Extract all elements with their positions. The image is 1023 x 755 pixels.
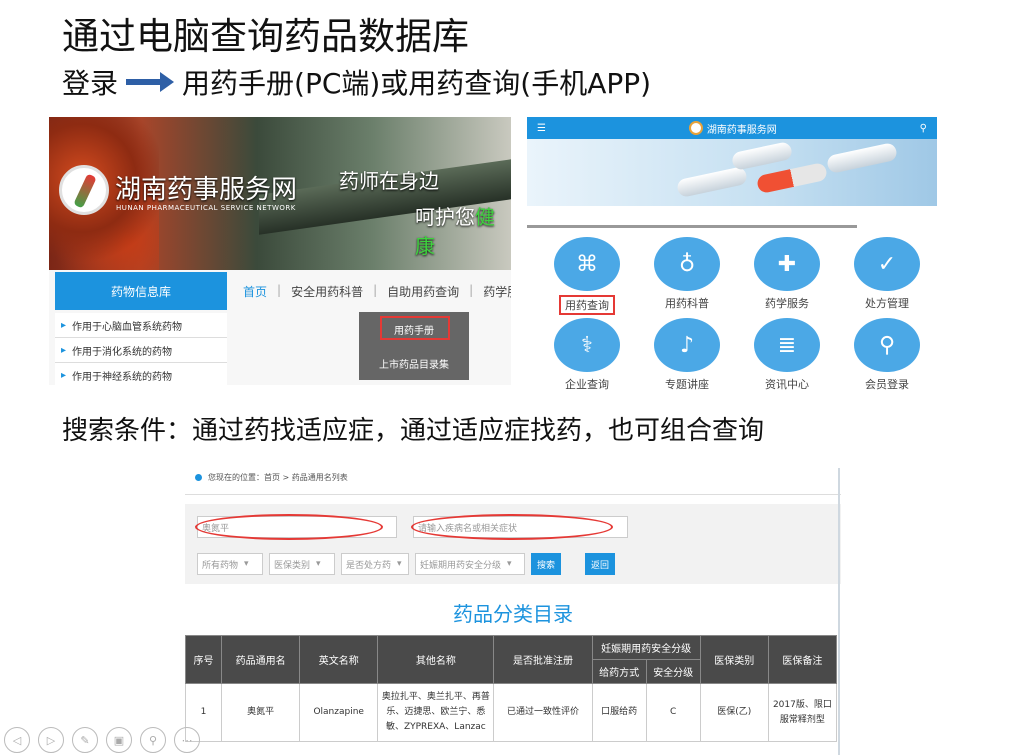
user-icon[interactable]: ⚲ (920, 123, 927, 134)
checklist-icon: ✓ (854, 237, 920, 291)
arrow-right-icon (126, 72, 175, 92)
site-logo-icon (59, 165, 109, 215)
grid-item-company[interactable]: ⚕ 企业查询 (537, 318, 637, 392)
cell-remark: 2017版、限口服常释剂型 (767, 683, 838, 742)
subtitle-line: 登录 用药手册(PC端)或用药查询(手机APP) (62, 62, 651, 102)
cell-route: 口服给药 (591, 683, 647, 742)
drug-table: 序号 药品通用名 英文名称 其他名称 是否批准注册 妊娠期用药安全分级 医保类别… (185, 635, 838, 742)
grid-item-news[interactable]: ≣ 资讯中心 (737, 318, 837, 392)
medical-kit-icon: ✚ (754, 237, 820, 291)
search-condition-text: 搜索条件：通过药找适应症，通过适应症找药，也可组合查询 (62, 416, 765, 446)
prescription-select[interactable]: 是否处方药 (341, 553, 409, 575)
cell-name[interactable]: 奥氮平 (221, 683, 301, 742)
slogan-line1: 药师在身边 (339, 169, 439, 193)
drug-search-screenshot: 您现在的位置：首页 > 药品通用名列表 奥氮平 请输入疾病名或相关症状 所有药物… (185, 468, 841, 755)
nav-safety-science[interactable]: 安全用药科普 (291, 283, 363, 300)
nav-self-query[interactable]: 自助用药查询 (387, 283, 459, 300)
catalog-title: 药品分类目录 (453, 602, 573, 626)
col-header: 妊娠期用药安全分级 (591, 635, 701, 660)
mobile-app-screenshot: ☰ 湖南药事服务网 ⚲ ⌘ 用药查询 ♁ 用药科普 ✚ 药学服务 ✓ 处方管理 ⚕ 企业查… (527, 117, 937, 402)
menu-icon[interactable]: ☰ (537, 123, 546, 134)
col-header: 医保类别 (699, 635, 769, 684)
col-header: 序号 (185, 635, 223, 684)
drug-query-icon: ⌘ (554, 237, 620, 291)
col-subheader: 给药方式 (591, 659, 647, 684)
cell-grade: C (645, 683, 701, 742)
highlight-oval (411, 514, 613, 540)
site-name: 湖南药事服务网 (115, 175, 298, 205)
drug-database-nav[interactable]: 药物信息库 (55, 272, 227, 310)
mobile-logo: 湖南药事服务网 (688, 121, 777, 136)
slides-icon[interactable]: ▣ (106, 727, 132, 753)
grid-item-prescription[interactable]: ✓ 处方管理 (837, 237, 937, 311)
search-button[interactable]: 搜索 (531, 553, 561, 575)
category-item[interactable]: 作用于神经系统的药物 (55, 363, 227, 385)
pc-website-screenshot: 湖南药事服务网 HUNAN PHARMACEUTICAL SERVICE NET… (49, 117, 511, 385)
drug-type-select[interactable]: 所有药物 (197, 553, 263, 575)
highlight-oval (195, 514, 383, 540)
search-icon: ⚲ (854, 318, 920, 372)
dropdown-item-catalog[interactable]: 上市药品目录集 (359, 346, 469, 380)
access-method-text: 用药手册(PC端)或用药查询(手机APP) (182, 67, 652, 100)
cell-approved: 已通过一致性评价 (493, 683, 593, 742)
col-header: 英文名称 (299, 635, 379, 684)
previous-icon[interactable]: ◁ (4, 727, 30, 753)
nav-home[interactable]: 首页 (243, 283, 267, 300)
slogan-line2: 呵护您健康 (415, 205, 495, 258)
slideshow-controls: ◁ ▷ ✎ ▣ ⚲ ⋯ (4, 727, 200, 753)
grid-item-login[interactable]: ⚲ 会员登录 (837, 318, 937, 392)
cell-insurance: 医保(乙) (699, 683, 769, 742)
next-icon[interactable]: ▷ (38, 727, 64, 753)
highlight-box (380, 316, 450, 340)
logo-icon (688, 121, 703, 135)
col-header: 是否批准注册 (493, 635, 593, 684)
col-subheader: 安全分级 (645, 659, 701, 684)
col-header: 其他名称 (377, 635, 495, 684)
pen-icon[interactable]: ✎ (72, 727, 98, 753)
login-label: 登录 (62, 67, 119, 100)
more-icon[interactable]: ⋯ (174, 727, 200, 753)
pregnancy-grade-select[interactable]: 妊娠期用药安全分级 (415, 553, 525, 575)
grid-item-lecture[interactable]: ♪ 专题讲座 (637, 318, 737, 392)
grid-item-service[interactable]: ✚ 药学服务 (737, 237, 837, 311)
breadcrumb: 您现在的位置：首页 > 药品通用名列表 (195, 472, 348, 483)
slide: 通过电脑查询药品数据库 登录 用药手册(PC端)或用药查询(手机APP) 湖南药… (0, 0, 1023, 755)
category-item[interactable]: 作用于消化系统的药物 (55, 338, 227, 363)
cell-en: Olanzapine (299, 683, 379, 742)
search-panel: 奥氮平 请输入疾病名或相关症状 所有药物 医保类别 是否处方药 妊娠期用药安全分… (185, 504, 841, 584)
insurance-select[interactable]: 医保类别 (269, 553, 335, 575)
zoom-icon[interactable]: ⚲ (140, 727, 166, 753)
cell-other: 奥拉扎平、奥兰扎平、再普乐、迈捷思、欧兰宁、悉敏、ZYPREXA、Lanzac (377, 683, 495, 742)
microphone-icon: ♪ (654, 318, 720, 372)
category-list: 作用于心脑血管系统药物 作用于消化系统的药物 作用于神经系统的药物 (55, 313, 227, 385)
slide-title: 通过电脑查询药品数据库 (62, 15, 469, 58)
back-button[interactable]: 返回 (585, 553, 615, 575)
query-dropdown: 用药手册 上市药品目录集 (359, 312, 469, 380)
col-header: 医保备注 (767, 635, 838, 684)
document-icon: ≣ (754, 318, 820, 372)
nav-pharmacy-service[interactable]: 药学服务 (483, 283, 511, 300)
stethoscope-icon: ♁ (654, 237, 720, 291)
site-name-en: HUNAN PHARMACEUTICAL SERVICE NETWORK (116, 204, 296, 212)
category-item[interactable]: 作用于心脑血管系统药物 (55, 313, 227, 338)
top-nav: 首页 | 安全用药科普 | 自助用药查询 | 药学服务 (243, 283, 511, 300)
mobile-banner (527, 139, 937, 206)
grid-item-drug-query[interactable]: ⌘ 用药查询 (537, 237, 637, 315)
table-row[interactable]: 1 奥氮平 Olanzapine 奥拉扎平、奥兰扎平、再普乐、迈捷思、欧兰宁、悉… (185, 683, 838, 742)
mobile-header: ☰ 湖南药事服务网 ⚲ (527, 117, 937, 139)
pill-icon: ⚕ (554, 318, 620, 372)
col-header: 药品通用名 (221, 635, 301, 684)
grid-item-science[interactable]: ♁ 用药科普 (637, 237, 737, 311)
